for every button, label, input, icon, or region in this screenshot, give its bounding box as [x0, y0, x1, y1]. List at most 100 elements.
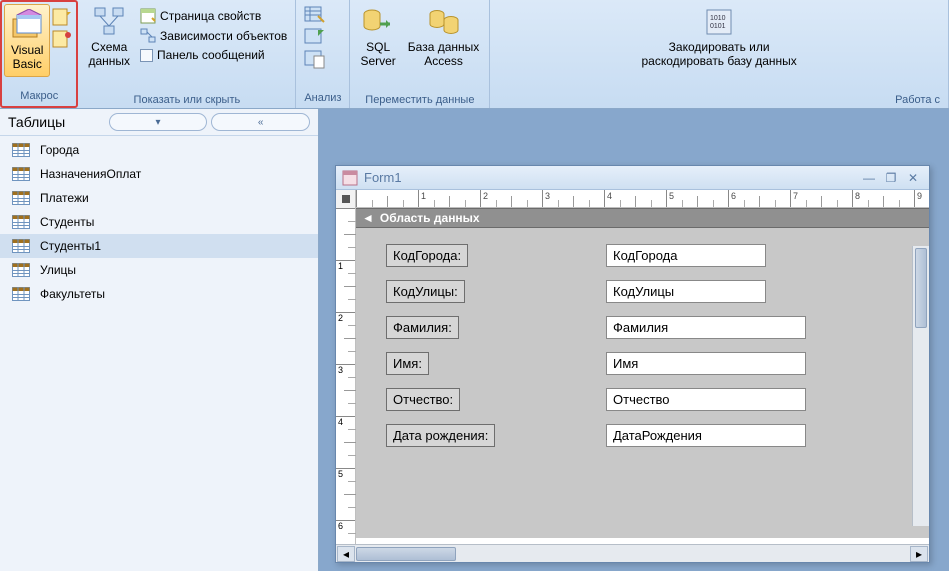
form-designer-window: Form1 — ❐ ✕ 123456789 1234567 ◄ Область … — [335, 165, 930, 563]
encode-label: Закодировать или раскодировать базу данн… — [641, 40, 796, 69]
minimize-button[interactable]: — — [859, 170, 879, 186]
documenter-icon[interactable] — [304, 50, 326, 70]
ribbon-group-show-hide: Схема данных Страница свойств Зависимост… — [78, 0, 296, 108]
nav-title: Таблицы — [8, 114, 105, 130]
access-db-label: База данных Access — [408, 40, 479, 69]
sql-server-icon — [362, 6, 394, 38]
navigation-pane: Таблицы ▾ « Города НазначенияОплат Плате… — [0, 109, 319, 571]
nav-item-label: Платежи — [40, 191, 89, 205]
horizontal-ruler: 123456789 — [336, 190, 929, 208]
horizontal-scrollbar[interactable]: ◂ ▸ — [336, 544, 929, 562]
schema-data-label: Схема данных — [88, 40, 130, 69]
message-panel-label: Панель сообщений — [157, 48, 265, 62]
textbox-data-rozhdeniya[interactable]: ДатаРождения — [606, 424, 806, 447]
analyze-perf-icon[interactable] — [304, 28, 326, 48]
analysis-group-label: Анализ — [304, 90, 341, 106]
scroll-right-button[interactable]: ▸ — [910, 546, 928, 562]
table-icon — [12, 263, 30, 277]
label-kodgoroda[interactable]: КодГорода: — [386, 244, 468, 267]
detail-section[interactable]: КодГорода: КодГорода КодУлицы: КодУлицы … — [356, 228, 929, 538]
nav-item-naznacheniya[interactable]: НазначенияОплат — [0, 162, 318, 186]
dropdown-chevron-icon[interactable]: ▾ — [109, 113, 208, 131]
section-arrow-icon: ◄ — [362, 211, 374, 225]
textbox-otchestvo[interactable]: Отчество — [606, 388, 806, 411]
nav-item-fakultety[interactable]: Факультеты — [0, 282, 318, 306]
textbox-imya[interactable]: Имя — [606, 352, 806, 375]
table-icon — [12, 215, 30, 229]
vb-icon — [11, 9, 43, 41]
label-kodulitsy[interactable]: КодУлицы: — [386, 280, 465, 303]
nav-list: Города НазначенияОплат Платежи Студенты … — [0, 136, 318, 308]
main-area: Таблицы ▾ « Города НазначенияОплат Плате… — [0, 109, 949, 571]
encode-icon: 10100101 — [703, 6, 735, 38]
nav-item-label: Факультеты — [40, 287, 105, 301]
ribbon-group-db-tools: 10100101 Закодировать или раскодировать … — [490, 0, 949, 108]
table-icon — [12, 239, 30, 253]
close-button[interactable]: ✕ — [903, 170, 923, 186]
label-imya[interactable]: Имя: — [386, 352, 429, 375]
label-familiya[interactable]: Фамилия: — [386, 316, 459, 339]
form-canvas[interactable]: ◄ Область данных КодГорода: КодГорода Ко… — [356, 208, 929, 544]
property-page-label: Страница свойств — [160, 9, 261, 23]
nav-item-label: НазначенияОплат — [40, 167, 141, 181]
textbox-kodgoroda[interactable]: КодГорода — [606, 244, 766, 267]
relationships-icon — [93, 6, 125, 38]
message-panel-button[interactable]: Панель сообщений — [136, 46, 291, 64]
nav-item-studenty1[interactable]: Студенты1 — [0, 234, 318, 258]
ribbon-group-analysis: Анализ — [296, 0, 350, 108]
svg-text:1010: 1010 — [710, 15, 726, 22]
encode-db-button[interactable]: 10100101 Закодировать или раскодировать … — [635, 2, 802, 73]
visual-basic-label: Visual Basic — [11, 43, 43, 72]
table-icon — [12, 167, 30, 181]
nav-header[interactable]: Таблицы ▾ « — [0, 109, 318, 136]
table-icon — [12, 143, 30, 157]
object-deps-button[interactable]: Зависимости объектов — [136, 26, 291, 46]
nav-item-label: Студенты — [40, 215, 94, 229]
macro-group-label: Макрос — [4, 88, 74, 104]
schema-data-button[interactable]: Схема данных — [82, 2, 136, 73]
sql-server-button[interactable]: SQL Server — [354, 2, 401, 73]
access-db-button[interactable]: База данных Access — [402, 2, 485, 73]
workspace: Form1 — ❐ ✕ 123456789 1234567 ◄ Область … — [319, 109, 949, 571]
macro-step-icon[interactable] — [52, 30, 72, 48]
sql-server-label: SQL Server — [360, 40, 395, 69]
label-otchestvo[interactable]: Отчество: — [386, 388, 460, 411]
detail-section-header[interactable]: ◄ Область данных — [356, 208, 929, 228]
form-icon — [342, 170, 358, 186]
access-db-icon — [428, 6, 460, 38]
nav-item-ulitsy[interactable]: Улицы — [0, 258, 318, 282]
collapse-chevron-icon[interactable]: « — [211, 113, 310, 131]
macro-run-icon[interactable] — [52, 8, 72, 26]
vertical-ruler: 1234567 — [336, 208, 356, 544]
checkbox-icon — [140, 49, 153, 62]
nav-item-platezhi[interactable]: Платежи — [0, 186, 318, 210]
nav-item-label: Улицы — [40, 263, 76, 277]
dependencies-icon — [140, 28, 156, 44]
show-hide-group-label: Показать или скрыть — [82, 92, 291, 108]
table-icon — [12, 191, 30, 205]
select-all-box[interactable] — [336, 190, 356, 208]
ribbon-group-macro: Visual Basic Макрос — [0, 0, 78, 108]
move-data-group-label: Переместить данные — [354, 92, 485, 108]
nav-item-label: Города — [40, 143, 79, 157]
nav-item-studenty[interactable]: Студенты — [0, 210, 318, 234]
table-icon — [12, 287, 30, 301]
nav-item-goroda[interactable]: Города — [0, 138, 318, 162]
analyze-table-icon[interactable] — [304, 6, 326, 26]
form-title: Form1 — [364, 170, 857, 185]
section-title: Область данных — [380, 211, 480, 225]
ribbon-group-move-data: SQL Server База данных Access Переместит… — [350, 0, 490, 108]
scroll-left-button[interactable]: ◂ — [337, 546, 355, 562]
nav-item-label: Студенты1 — [40, 239, 101, 253]
svg-text:0101: 0101 — [710, 23, 726, 30]
property-page-button[interactable]: Страница свойств — [136, 6, 291, 26]
form-title-bar[interactable]: Form1 — ❐ ✕ — [336, 166, 929, 190]
visual-basic-button[interactable]: Visual Basic — [4, 4, 50, 77]
label-data-rozhdeniya[interactable]: Дата рождения: — [386, 424, 495, 447]
db-tools-group-label: Работа с — [494, 92, 944, 108]
textbox-familiya[interactable]: Фамилия — [606, 316, 806, 339]
restore-button[interactable]: ❐ — [881, 170, 901, 186]
textbox-kodulitsy[interactable]: КодУлицы — [606, 280, 766, 303]
ribbon: Visual Basic Макрос Схема данных — [0, 0, 949, 109]
vertical-scrollbar[interactable] — [912, 246, 929, 526]
